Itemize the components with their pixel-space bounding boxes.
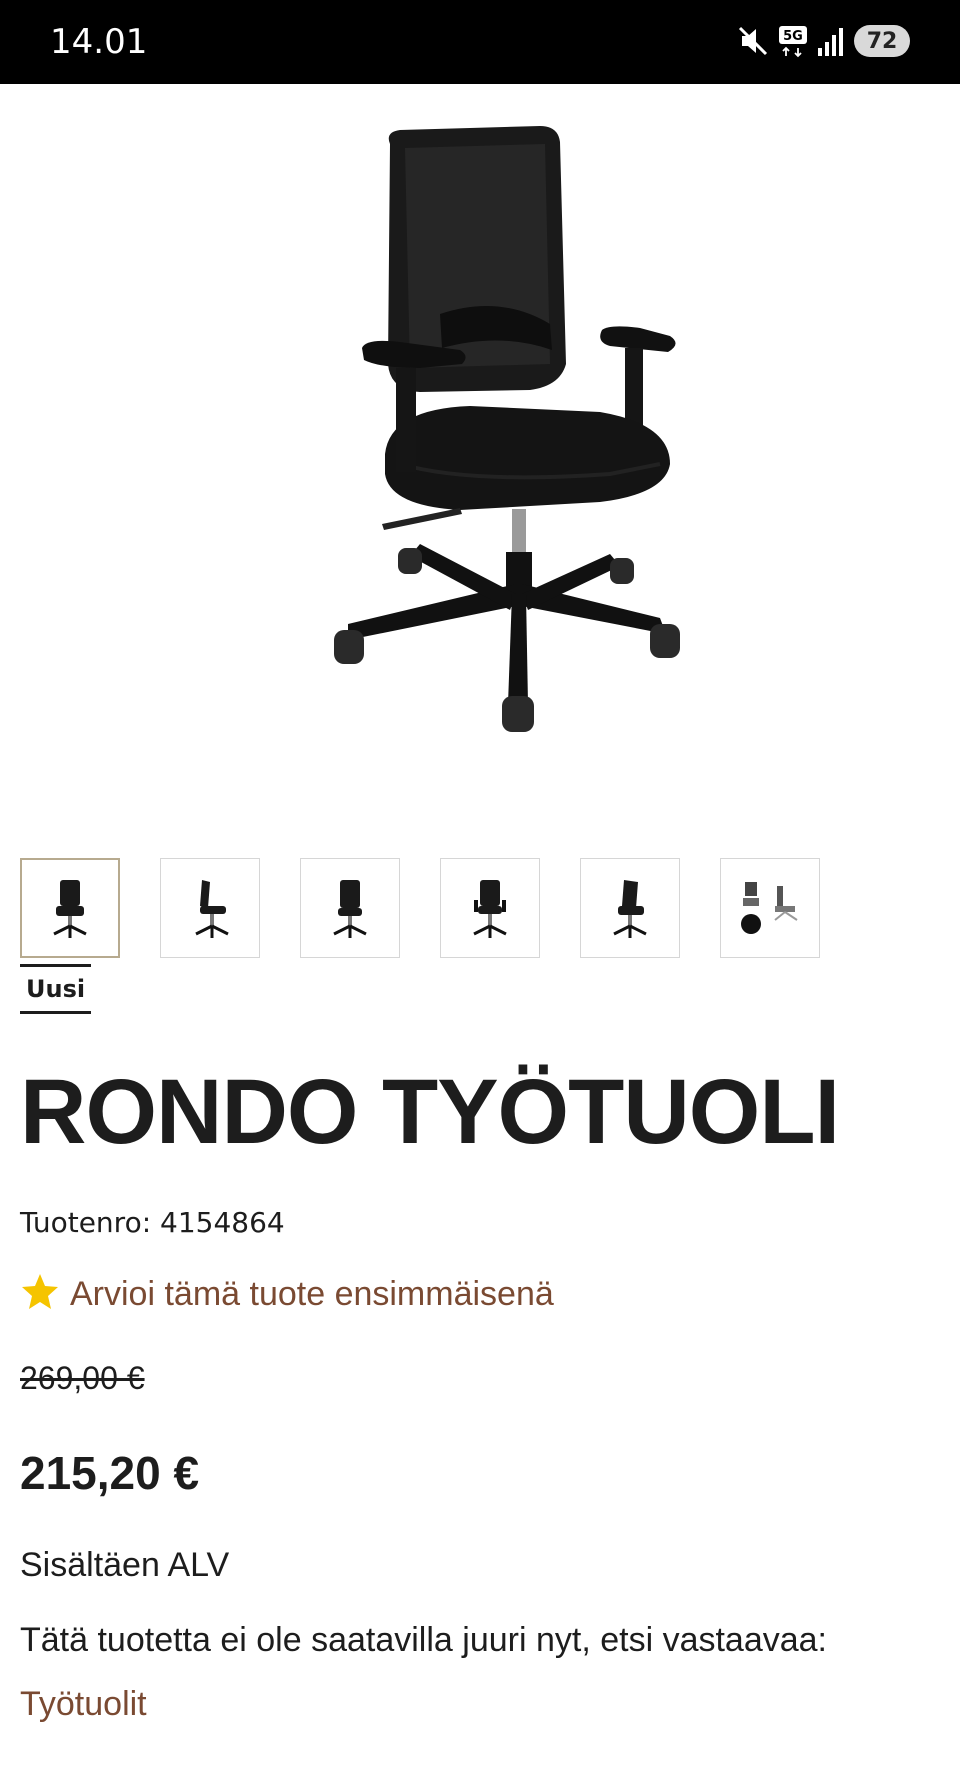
product-number-label: Tuotenro: <box>20 1206 152 1239</box>
thumbnail-5[interactable] <box>580 858 680 958</box>
signal-icon <box>816 24 846 58</box>
mute-icon <box>736 24 770 58</box>
thumbnail-4[interactable] <box>440 858 540 958</box>
availability-message: Tätä tuotetta ei ole saatavilla juuri ny… <box>20 1608 920 1736</box>
product-title: RONDO TYÖTUOLI <box>20 1061 840 1163</box>
vat-note: Sisältäen ALV <box>20 1546 230 1584</box>
status-icons: 5G 72 <box>736 24 910 58</box>
rating-row[interactable]: Arvioi tämä tuote ensimmäisenä <box>20 1272 554 1316</box>
category-link[interactable]: Työtuolit <box>20 1685 147 1723</box>
5g-icon: 5G <box>778 24 808 58</box>
product-number: Tuotenro: 4154864 <box>20 1206 285 1239</box>
thumbnail-strip <box>20 858 820 958</box>
availability-text: Tätä tuotetta ei ole saatavilla juuri ny… <box>20 1621 828 1659</box>
thumbnail-2[interactable] <box>160 858 260 958</box>
office-chair-image <box>334 126 680 732</box>
old-price: 269,00 € <box>20 1360 145 1396</box>
product-number-value: 4154864 <box>160 1206 285 1239</box>
thumbnail-3[interactable] <box>300 858 400 958</box>
review-first-link[interactable]: Arvioi tämä tuote ensimmäisenä <box>70 1275 554 1314</box>
status-time: 14.01 <box>50 22 148 62</box>
product-image[interactable] <box>0 84 960 784</box>
battery-icon: 72 <box>854 25 910 57</box>
star-icon <box>20 1272 60 1316</box>
thumbnail-1[interactable] <box>20 858 120 958</box>
current-price: 215,20 € <box>20 1447 200 1499</box>
new-badge: Uusi <box>20 964 92 1014</box>
status-bar: 14.01 5G 72 <box>0 0 960 84</box>
network-type-label: 5G <box>783 29 803 44</box>
thumbnail-6[interactable] <box>720 858 820 958</box>
